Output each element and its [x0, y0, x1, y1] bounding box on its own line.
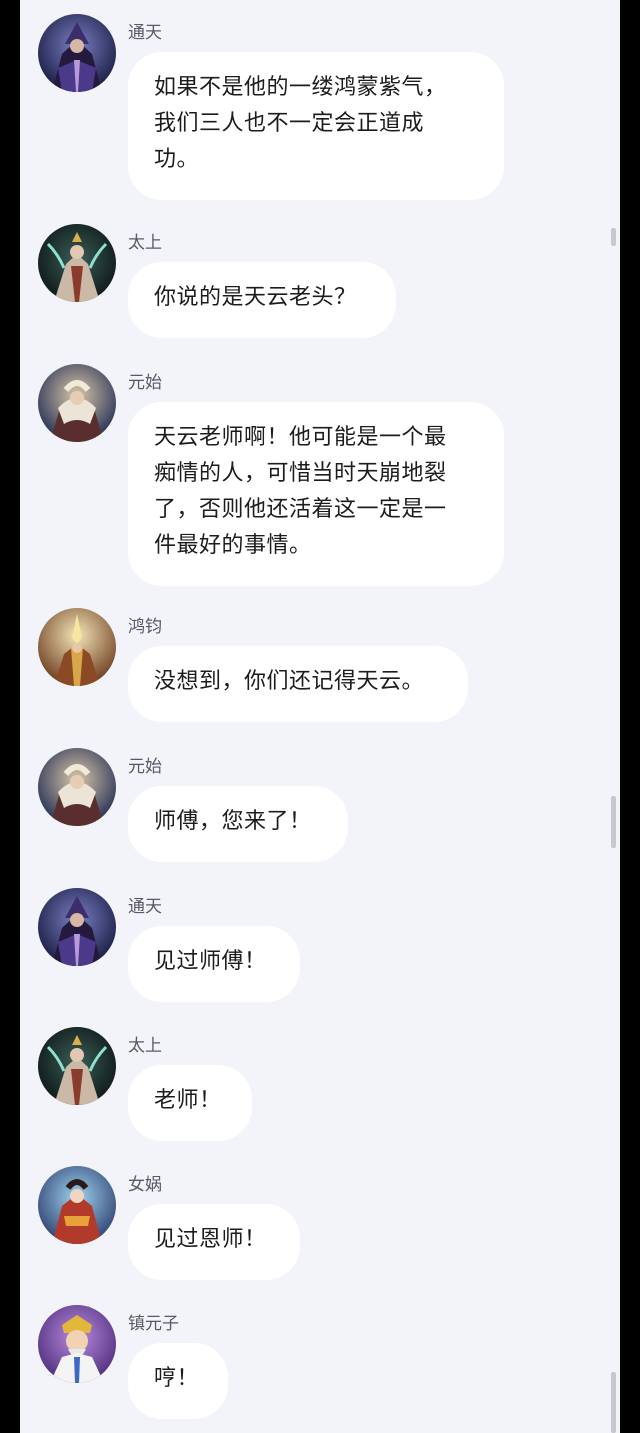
sender-name: 通天: [128, 23, 162, 43]
message-bubble[interactable]: 师傅，您来了！: [128, 786, 348, 862]
message-bubble[interactable]: 老师！: [128, 1065, 252, 1141]
message-text-line: 你说的是天云老头？: [154, 285, 357, 310]
message-text-line: 如果不是他的一缕鸿蒙紫气，: [154, 75, 447, 100]
scrollbar-thumb[interactable]: [611, 796, 616, 848]
message-text-line: 痴情的人，可惜当时天崩地裂: [154, 461, 447, 486]
tongtian-avatar[interactable]: [38, 888, 116, 966]
sender-name: 元始: [128, 373, 162, 393]
hongjun-avatar[interactable]: [38, 608, 116, 686]
sender-name: 女娲: [128, 1175, 162, 1195]
message-bubble[interactable]: 没想到，你们还记得天云。: [128, 646, 468, 722]
message-text-line: 件最好的事情。: [154, 533, 312, 558]
zhenyuanzi-avatar[interactable]: [38, 1305, 116, 1383]
taishang-avatar[interactable]: [38, 1027, 116, 1105]
sender-name: 鸿钧: [128, 617, 162, 637]
message-bubble[interactable]: 如果不是他的一缕鸿蒙紫气， 我们三人也不一定会正道成 功。: [128, 52, 504, 200]
chat-screen[interactable]: 通天 如果不是他的一缕鸿蒙紫气， 我们三人也不一定会正道成 功。 太上 你说的是…: [20, 0, 620, 1433]
message-bubble[interactable]: 哼！: [128, 1343, 228, 1419]
message-text-line: 功。: [154, 147, 200, 172]
scrollbar-thumb[interactable]: [611, 1372, 616, 1433]
sender-name: 元始: [128, 757, 162, 777]
message-text-line: 天云老师啊！他可能是一个最: [154, 425, 447, 450]
yuanshi-avatar[interactable]: [38, 748, 116, 826]
sender-name: 太上: [128, 233, 162, 253]
taishang-avatar[interactable]: [38, 224, 116, 302]
message-text-line: 见过恩师！: [154, 1227, 267, 1252]
sender-name: 镇元子: [128, 1314, 179, 1334]
message-text-line: 了，否则他还活着这一定是一: [154, 497, 447, 522]
sender-name: 太上: [128, 1036, 162, 1056]
message-text-line: 我们三人也不一定会正道成: [154, 111, 425, 136]
tongtian-avatar[interactable]: [38, 14, 116, 92]
message-bubble[interactable]: 你说的是天云老头？: [128, 262, 396, 338]
yuanshi-avatar[interactable]: [38, 364, 116, 442]
message-text-line: 师傅，您来了！: [154, 809, 312, 834]
message-bubble[interactable]: 见过师傅！: [128, 926, 300, 1002]
message-bubble[interactable]: 天云老师啊！他可能是一个最 痴情的人，可惜当时天崩地裂 了，否则他还活着这一定是…: [128, 402, 504, 586]
message-text-line: 没想到，你们还记得天云。: [154, 669, 425, 694]
scrollbar-thumb[interactable]: [611, 228, 616, 246]
message-text-line: 哼！: [154, 1366, 200, 1391]
message-bubble[interactable]: 见过恩师！: [128, 1204, 300, 1280]
message-text-line: 老师！: [154, 1088, 222, 1113]
message-text-line: 见过师傅！: [154, 949, 267, 974]
nuwa-avatar[interactable]: [38, 1166, 116, 1244]
sender-name: 通天: [128, 897, 162, 917]
